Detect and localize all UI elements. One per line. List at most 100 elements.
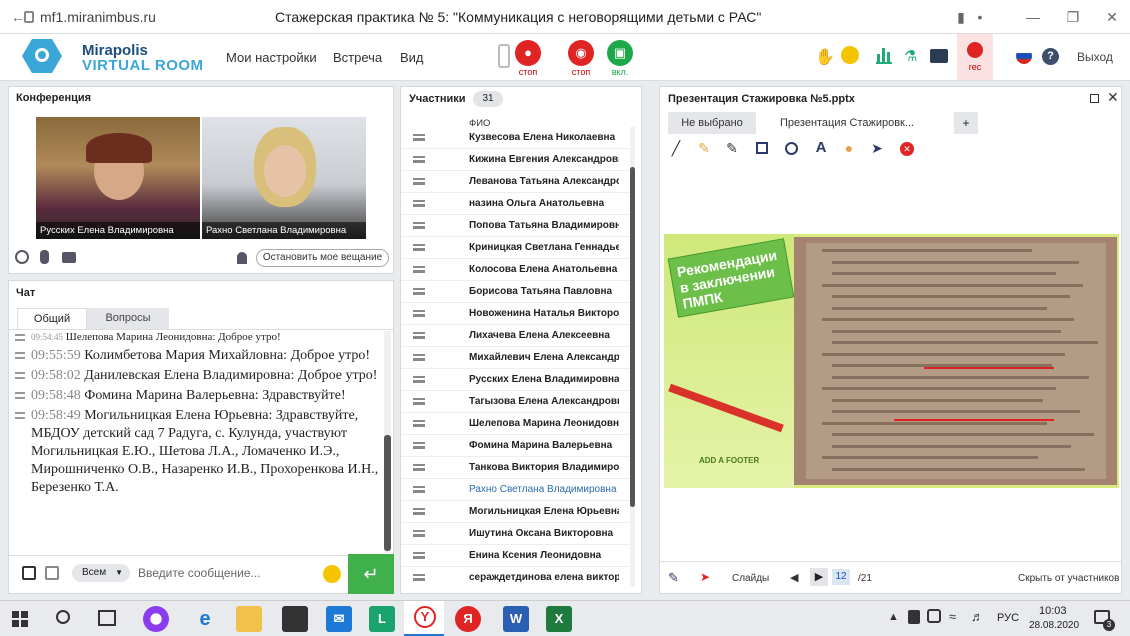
- rec-button[interactable]: rec: [957, 34, 993, 80]
- raise-hand-icon[interactable]: ✋: [815, 47, 835, 67]
- participant-row[interactable]: сераждетдинова елена викторо...: [401, 567, 633, 587]
- participant-row[interactable]: назина Ольга Анатольевна: [401, 193, 633, 215]
- participants-scrollbar[interactable]: [630, 127, 635, 587]
- clock-date[interactable]: 28.08.2020: [1029, 620, 1079, 631]
- emoji-icon[interactable]: [841, 46, 859, 64]
- participant-row[interactable]: Лихачева Елена Алексеевна: [401, 325, 633, 347]
- tab-presentation[interactable]: Презентация Стажировк...: [756, 112, 938, 134]
- tray-arrow-icon[interactable]: ▲: [888, 611, 899, 623]
- participant-row[interactable]: Попова Татьяна Владимировна: [401, 215, 633, 237]
- menu-view[interactable]: Вид: [400, 50, 424, 65]
- camera-stop-button[interactable]: ◉: [568, 40, 594, 66]
- folder-icon[interactable]: [930, 49, 948, 63]
- ellipse-tool-icon[interactable]: [785, 142, 798, 155]
- word-icon[interactable]: W: [503, 606, 529, 632]
- pointer-tool-icon[interactable]: ➤: [869, 140, 885, 156]
- participant-row[interactable]: Тагызова Елена Александровна: [401, 391, 633, 413]
- clear-tool-icon[interactable]: ✕: [900, 142, 914, 156]
- participant-row[interactable]: Могильницкая Елена Юрьевна: [401, 501, 633, 523]
- network-icon[interactable]: ⚗: [904, 47, 917, 65]
- tab-questions[interactable]: Вопросы: [87, 308, 169, 329]
- restore-icon[interactable]: ❐: [1065, 9, 1081, 25]
- highlighter-tool-icon[interactable]: ✎: [696, 140, 712, 156]
- participant-row[interactable]: Колосова Елена Анатольевна: [401, 259, 633, 281]
- user-camera-icon[interactable]: [62, 252, 76, 263]
- participant-row[interactable]: Кижина Евгения Александровна: [401, 149, 633, 171]
- participant-row[interactable]: Фомина Марина Валерьевна: [401, 435, 633, 457]
- russian-flag-icon[interactable]: [1016, 48, 1032, 64]
- rectangle-tool-icon[interactable]: [756, 142, 768, 154]
- task-view-icon[interactable]: [98, 610, 116, 626]
- onedrive-icon[interactable]: [927, 609, 941, 623]
- user-mic-icon[interactable]: [40, 250, 49, 264]
- close-window-icon[interactable]: ✕: [1104, 9, 1120, 25]
- participant-row[interactable]: Ишутина Оксана Викторовна: [401, 523, 633, 545]
- help-icon[interactable]: ?: [1042, 48, 1059, 65]
- hide-from-participants-button[interactable]: Скрыть от участников: [1018, 573, 1119, 584]
- slide-number-input[interactable]: 12: [832, 569, 850, 585]
- laser-pointer-icon[interactable]: ➤: [700, 570, 710, 584]
- volume-icon[interactable]: ♬: [971, 609, 984, 624]
- chat-scrollbar[interactable]: [384, 331, 391, 553]
- menu-my-settings[interactable]: Мои настройки: [226, 50, 317, 65]
- minimize-icon[interactable]: —: [1025, 9, 1041, 25]
- participant-row[interactable]: Енина Ксения Леонидовна: [401, 545, 633, 567]
- maximize-icon[interactable]: [1090, 94, 1099, 103]
- file-explorer-icon[interactable]: [236, 606, 262, 632]
- alice-icon[interactable]: [143, 606, 169, 632]
- media-switch-icon[interactable]: [498, 44, 510, 68]
- search-icon[interactable]: [56, 610, 70, 624]
- mail-icon[interactable]: ✉: [326, 606, 352, 632]
- tab-not-selected[interactable]: Не выбрано: [668, 112, 756, 134]
- menu-meeting[interactable]: Встреча: [333, 50, 382, 65]
- video-tile-2[interactable]: Рахно Светлана Владимировна: [202, 117, 366, 239]
- app-l-icon[interactable]: L: [369, 606, 395, 632]
- windows-start-icon[interactable]: [12, 611, 28, 627]
- participant-row[interactable]: Шелепова Марина Леонидовна: [401, 413, 633, 435]
- stop-broadcast-button[interactable]: Остановить мое вещание: [256, 249, 389, 267]
- participants-scrollbar-thumb[interactable]: [630, 167, 635, 507]
- bar-chart-icon[interactable]: [876, 48, 892, 64]
- participant-row[interactable]: Танкова Виктория Владимиров...: [401, 457, 633, 479]
- store-icon[interactable]: [282, 606, 308, 632]
- add-tab-button[interactable]: +: [954, 112, 978, 134]
- background-color-icon[interactable]: [45, 566, 59, 580]
- wifi-icon[interactable]: ≈: [949, 609, 956, 624]
- line-tool-icon[interactable]: ╱: [668, 140, 684, 156]
- video-tile-1[interactable]: Русских Елена Владимировна: [36, 117, 200, 239]
- pen-tool-icon[interactable]: ✎: [724, 140, 740, 156]
- brush-icon[interactable]: ✎: [668, 570, 679, 586]
- text-color-icon[interactable]: [22, 566, 36, 580]
- fill-tool-icon[interactable]: ●: [841, 140, 857, 156]
- next-slide-button[interactable]: ▶: [810, 568, 828, 586]
- participant-row[interactable]: Русских Елена Владимировна: [401, 369, 633, 391]
- drag-handle-icon: [413, 310, 425, 317]
- yandex-icon[interactable]: Я: [455, 606, 481, 632]
- clock-time[interactable]: 10:03: [1039, 605, 1067, 617]
- participant-row[interactable]: Борисова Татьяна Павловна: [401, 281, 633, 303]
- chat-scrollbar-thumb[interactable]: [384, 435, 391, 551]
- close-panel-icon[interactable]: ✕: [1107, 89, 1119, 106]
- participant-row[interactable]: Рахно Светлана Владимировна: [401, 479, 633, 501]
- prev-slide-button[interactable]: ◀: [790, 571, 798, 584]
- url-text[interactable]: mf1.miranimbus.ru: [40, 9, 156, 25]
- excel-icon[interactable]: X: [546, 606, 572, 632]
- edge-browser-icon[interactable]: e: [192, 606, 218, 632]
- user-video-icon[interactable]: [15, 250, 29, 264]
- participant-row[interactable]: Кузвесова Елена Николаевна: [401, 127, 633, 149]
- exit-button[interactable]: Выход: [1077, 50, 1113, 64]
- participant-row[interactable]: Леванова Татьяна Александро...: [401, 171, 633, 193]
- recipient-select[interactable]: Всем ▼: [72, 564, 130, 582]
- emoji-picker-icon[interactable]: [323, 565, 341, 583]
- screen-share-button[interactable]: ▣: [607, 40, 633, 66]
- tab-general[interactable]: Общий: [17, 308, 87, 329]
- participant-row[interactable]: Новоженина Наталья Викторов...: [401, 303, 633, 325]
- chat-input[interactable]: Введите сообщение...: [138, 566, 261, 580]
- yandex-browser-active[interactable]: Y: [404, 601, 444, 636]
- send-button[interactable]: ↵: [348, 554, 394, 594]
- participant-row[interactable]: Криницкая Светлана Геннадье...: [401, 237, 633, 259]
- mic-stop-button[interactable]: ●: [515, 40, 541, 66]
- participant-row[interactable]: Михайлевич Елена Александро...: [401, 347, 633, 369]
- language-indicator[interactable]: РУС: [997, 612, 1019, 624]
- text-tool-icon[interactable]: A: [813, 140, 829, 156]
